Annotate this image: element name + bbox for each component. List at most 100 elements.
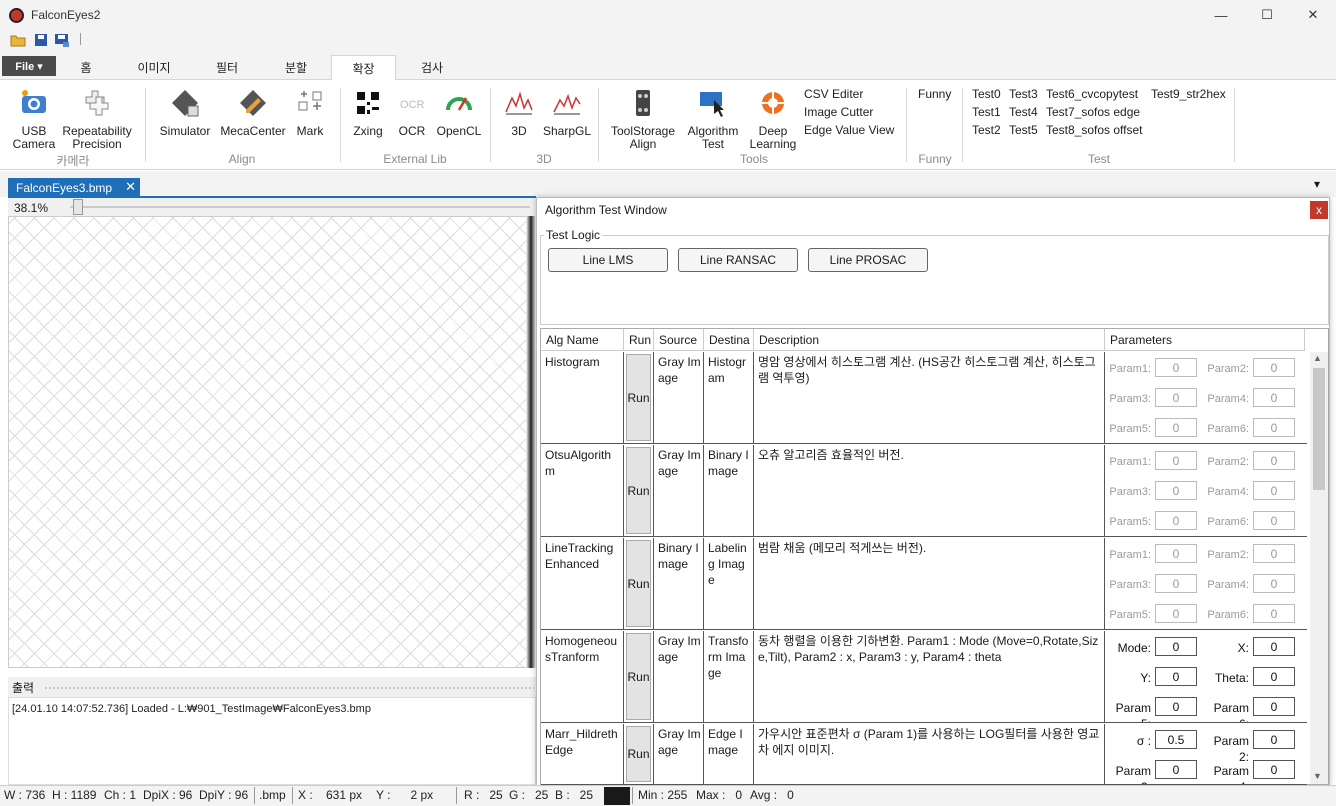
line-lms-button[interactable]: Line LMS <box>548 248 668 272</box>
usb-camera-button[interactable]: USB Camera <box>8 88 60 151</box>
param-input[interactable]: 0 <box>1155 451 1197 470</box>
alg-name-cell: Histogram <box>541 352 624 443</box>
param-input[interactable]: 0 <box>1253 511 1295 530</box>
csv-editer-button[interactable]: CSV Editer <box>804 87 863 101</box>
close-tab-icon[interactable]: ✕ <box>125 179 136 195</box>
test3-button[interactable]: Test3 <box>1009 87 1038 101</box>
image-cutter-button[interactable]: Image Cutter <box>804 105 873 119</box>
scroll-up-icon[interactable]: ▲ <box>1313 353 1322 363</box>
tab-segmentation[interactable]: 분할 <box>270 55 322 80</box>
param-label: Param4: <box>1213 764 1249 784</box>
panel-grip[interactable] <box>44 686 534 690</box>
group-label-3d: 3D <box>536 152 552 166</box>
run-button[interactable]: Run <box>626 540 651 627</box>
status-separator <box>254 787 255 804</box>
table-scrollbar-thumb[interactable] <box>1313 368 1325 490</box>
minimize-button[interactable]: — <box>1198 0 1244 30</box>
param-input[interactable]: 0 <box>1155 697 1197 716</box>
param-input[interactable]: 0 <box>1253 451 1295 470</box>
param-input[interactable]: 0 <box>1253 667 1295 686</box>
param-input[interactable]: 0 <box>1253 637 1295 656</box>
close-window-button[interactable]: ✕ <box>1290 0 1336 30</box>
edge-value-view-button[interactable]: Edge Value View <box>804 123 894 137</box>
zoom-slider-track[interactable] <box>70 206 530 208</box>
test2-button[interactable]: Test2 <box>972 123 1001 137</box>
maximize-button[interactable]: ☐ <box>1244 0 1290 30</box>
run-button[interactable]: Run <box>626 354 651 441</box>
param-input[interactable]: 0 <box>1155 388 1197 407</box>
param-input[interactable]: 0 <box>1155 574 1197 593</box>
param-input[interactable]: 0 <box>1253 760 1295 779</box>
param-input[interactable]: 0 <box>1253 574 1295 593</box>
column-header-parameters: Parameters <box>1105 329 1305 351</box>
zxing-button[interactable]: Zxing <box>348 88 388 138</box>
param-input[interactable]: 0 <box>1155 637 1197 656</box>
file-menu-button[interactable]: File ▾ <box>2 56 56 76</box>
test8-button[interactable]: Test8_sofos offset <box>1046 123 1143 137</box>
test4-button[interactable]: Test4 <box>1009 105 1038 119</box>
mecacenter-button[interactable]: MecaCenter <box>218 88 288 138</box>
qr-code-icon <box>356 91 380 115</box>
param-input[interactable]: 0 <box>1155 667 1197 686</box>
ocr-button[interactable]: OCR OCR <box>394 88 430 138</box>
3d-button[interactable]: 3D <box>500 88 538 138</box>
tab-inspection[interactable]: 검사 <box>408 55 456 80</box>
param-input[interactable]: 0 <box>1253 388 1295 407</box>
param-input[interactable]: 0 <box>1155 511 1197 530</box>
parameters-cell: Param1: 0 Param2: 0 Param3: 0 Param4: 0 Param5: 0… <box>1105 352 1307 443</box>
param-input[interactable]: 0 <box>1155 604 1197 623</box>
mark-button[interactable]: Mark <box>290 88 330 138</box>
run-cell: Run <box>624 352 654 443</box>
scroll-down-icon[interactable]: ▼ <box>1313 771 1322 781</box>
algorithm-window-close-button[interactable]: x <box>1310 201 1328 219</box>
test6-button[interactable]: Test6_cvcopytest <box>1046 87 1138 101</box>
simulator-button[interactable]: Simulator <box>154 88 216 138</box>
algorithm-test-button[interactable]: Algorithm Test <box>682 88 744 151</box>
test0-button[interactable]: Test0 <box>972 87 1001 101</box>
tab-image[interactable]: 이미지 <box>126 55 182 80</box>
param-input[interactable]: 0 <box>1155 418 1197 437</box>
param-input[interactable]: 0 <box>1253 418 1295 437</box>
test7-button[interactable]: Test7_sofos edge <box>1046 105 1140 119</box>
param-input[interactable]: 0 <box>1155 760 1197 779</box>
param-input[interactable]: 0 <box>1155 544 1197 563</box>
param-input[interactable]: 0 <box>1155 481 1197 500</box>
tab-filter[interactable]: 필터 <box>202 55 252 80</box>
open-folder-icon[interactable] <box>10 32 26 48</box>
param-input[interactable]: 0 <box>1253 697 1295 716</box>
column-header-alg-name: Alg Name <box>541 329 624 351</box>
param-input[interactable]: 0 <box>1253 544 1295 563</box>
run-button[interactable]: Run <box>626 726 651 782</box>
tab-home[interactable]: 홈 <box>62 55 110 80</box>
line-prosac-button[interactable]: Line PROSAC <box>808 248 928 272</box>
run-button[interactable]: Run <box>626 447 651 534</box>
param-input[interactable]: 0 <box>1253 481 1295 500</box>
line-ransac-button[interactable]: Line RANSAC <box>678 248 798 272</box>
alg-name-cell: HomogeneousTranform <box>541 631 624 722</box>
toolstorage-align-button[interactable]: ToolStorage Align <box>606 88 680 151</box>
test1-button[interactable]: Test1 <box>972 105 1001 119</box>
image-canvas[interactable] <box>8 216 536 668</box>
description-cell: 오츄 알고리즘 효율적인 버전. <box>754 445 1105 536</box>
tab-extension[interactable]: 확장 <box>331 55 396 81</box>
zoom-slider-thumb[interactable] <box>73 199 83 215</box>
save-as-icon[interactable] <box>54 32 70 48</box>
document-menu-icon[interactable]: ▾ <box>1314 177 1320 191</box>
save-icon[interactable] <box>33 32 49 48</box>
test9-button[interactable]: Test9_str2hex <box>1151 87 1226 101</box>
param-input[interactable]: 0.5 <box>1155 730 1197 749</box>
run-button[interactable]: Run <box>626 633 651 720</box>
funny-button[interactable]: Funny <box>918 87 951 101</box>
param-input[interactable]: 0 <box>1253 730 1295 749</box>
document-tab[interactable]: FalconEyes3.bmp ✕ <box>8 178 140 197</box>
deep-learning-button[interactable]: Deep Learning <box>746 88 800 151</box>
description-cell: 가우시안 표준편차 σ (Param 1)를 사용하는 LOG필터를 사용한 영… <box>754 724 1105 784</box>
sharpgl-button[interactable]: SharpGL <box>542 88 592 138</box>
test5-button[interactable]: Test5 <box>1009 123 1038 137</box>
repeatability-precision-button[interactable]: Repeatability Precision <box>60 88 134 151</box>
run-cell: Run <box>624 724 654 784</box>
opencl-button[interactable]: OpenCL <box>434 88 484 138</box>
param-input[interactable]: 0 <box>1253 358 1295 377</box>
param-input[interactable]: 0 <box>1253 604 1295 623</box>
param-input[interactable]: 0 <box>1155 358 1197 377</box>
